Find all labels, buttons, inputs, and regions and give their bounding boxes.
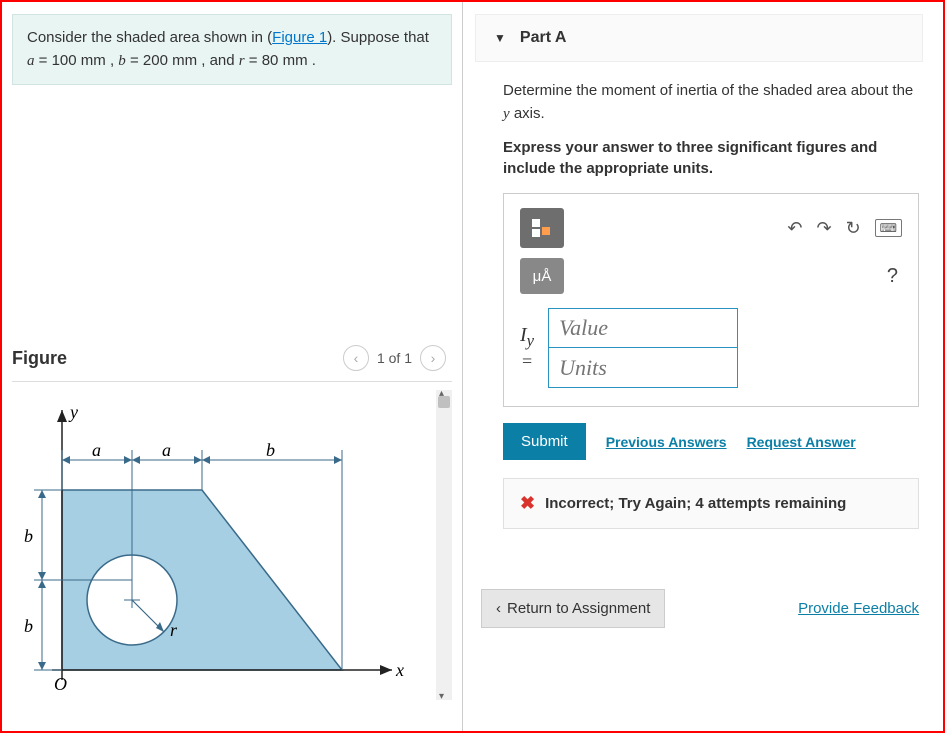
value-input[interactable] bbox=[548, 308, 738, 348]
figure-scrollbar[interactable] bbox=[436, 390, 452, 700]
figure-viewport: r y x O bbox=[12, 390, 452, 700]
period: . bbox=[308, 52, 316, 69]
return-button[interactable]: ‹ Return to Assignment bbox=[481, 589, 665, 628]
pager-label: 1 of 1 bbox=[377, 350, 412, 366]
label-b-top: b bbox=[266, 440, 275, 460]
val-r: = 80 mm bbox=[245, 52, 308, 69]
part-a-header[interactable]: ▼ Part A bbox=[475, 14, 923, 62]
label-x: x bbox=[395, 660, 404, 680]
figure-title: Figure bbox=[12, 348, 67, 369]
collapse-icon: ▼ bbox=[494, 31, 506, 45]
sep2: , and bbox=[197, 52, 239, 69]
scrollbar-thumb[interactable] bbox=[438, 396, 450, 408]
sep1: , bbox=[106, 52, 119, 69]
var-b: b bbox=[118, 53, 126, 69]
val-a: = 100 mm bbox=[35, 52, 106, 69]
val-b: = 200 mm bbox=[126, 52, 197, 69]
previous-answers-link[interactable]: Previous Answers bbox=[606, 434, 727, 450]
problem-text-1: Consider the shaded area shown in ( bbox=[27, 29, 272, 46]
iy-symbol: Iy = bbox=[520, 324, 534, 372]
label-r: r bbox=[170, 620, 178, 640]
reset-icon[interactable]: ↻ bbox=[846, 218, 861, 239]
submit-button[interactable]: Submit bbox=[503, 423, 586, 460]
label-b-left1: b bbox=[24, 526, 33, 546]
label-a2: a bbox=[162, 440, 171, 460]
var-a: a bbox=[27, 53, 35, 69]
request-answer-link[interactable]: Request Answer bbox=[747, 434, 856, 450]
chevron-left-icon: ‹ bbox=[496, 600, 501, 617]
help-icon[interactable]: ? bbox=[887, 265, 902, 288]
part-a-express: Express your answer to three significant… bbox=[503, 137, 923, 179]
feedback-box: ✖ Incorrect; Try Again; 4 attempts remai… bbox=[503, 478, 919, 529]
undo-icon[interactable]: ↶ bbox=[787, 218, 802, 239]
templates-button[interactable] bbox=[520, 208, 564, 248]
label-O: O bbox=[54, 674, 67, 694]
provide-feedback-link[interactable]: Provide Feedback bbox=[798, 600, 919, 617]
label-y: y bbox=[68, 402, 78, 422]
problem-text-2: ). Suppose that bbox=[327, 29, 429, 46]
return-label: Return to Assignment bbox=[507, 600, 650, 617]
pager-prev-button[interactable]: ‹ bbox=[343, 345, 369, 371]
figure-divider bbox=[12, 381, 452, 382]
keyboard-icon[interactable]: ⌨ bbox=[875, 219, 902, 237]
incorrect-icon: ✖ bbox=[520, 493, 535, 514]
answer-box: ↶ ↷ ↻ ⌨ μÅ ? Iy = bbox=[503, 193, 919, 407]
part-a-label: Part A bbox=[520, 29, 567, 47]
units-button[interactable]: μÅ bbox=[520, 258, 564, 294]
figure-pager: ‹ 1 of 1 › bbox=[343, 345, 446, 371]
figure-diagram: r y x O bbox=[12, 390, 432, 700]
redo-icon[interactable]: ↷ bbox=[816, 218, 831, 239]
part-a-instruction: Determine the moment of inertia of the s… bbox=[503, 80, 923, 125]
problem-statement: Consider the shaded area shown in (Figur… bbox=[12, 14, 452, 85]
pager-next-button[interactable]: › bbox=[420, 345, 446, 371]
label-b-left2: b bbox=[24, 616, 33, 636]
feedback-text: Incorrect; Try Again; 4 attempts remaini… bbox=[545, 493, 846, 514]
units-input[interactable] bbox=[548, 348, 738, 388]
label-a1: a bbox=[92, 440, 101, 460]
figure-link[interactable]: Figure 1 bbox=[272, 29, 327, 46]
